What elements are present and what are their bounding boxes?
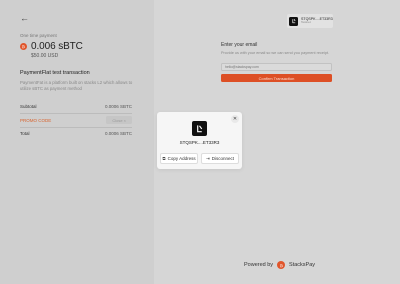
- subtotal-value: 0.0006 SBTC: [104, 104, 132, 109]
- total-value: 0.0006 SBTC: [104, 131, 132, 136]
- payment-type-label: One time payment: [20, 33, 57, 38]
- promo-close-button[interactable]: Close ×: [106, 116, 132, 124]
- usd-amount: $50.00 USD: [31, 53, 59, 59]
- wallet-modal: ✕ STQSPK....ET33R3 ⧉ Copy Address ⇥ Disc…: [157, 112, 242, 169]
- close-icon[interactable]: ✕: [231, 115, 239, 123]
- wallet-logo-icon: [289, 16, 298, 26]
- email-section-title: Enter your email: [221, 42, 258, 48]
- back-arrow-icon[interactable]: ←: [20, 13, 32, 23]
- total-row: Total 0.0006 SBTC: [20, 131, 132, 136]
- email-input[interactable]: [221, 63, 332, 71]
- disconnect-button[interactable]: ⇥ Disconnect: [201, 153, 239, 164]
- confirm-transaction-button[interactable]: Confirm Transaction: [221, 74, 332, 82]
- transaction-title: PaymentFlat test transaction: [20, 70, 90, 76]
- brand-name: StacksPay: [289, 262, 316, 268]
- copy-icon: ⧉: [162, 156, 166, 161]
- wallet-account-button[interactable]: STQSPK....ET33R3 Testnet: [287, 14, 333, 28]
- divider: [20, 127, 132, 128]
- svg-text:₿: ₿: [280, 263, 283, 268]
- promo-code-row: PROMO CODE Close ×: [20, 116, 132, 124]
- amount-row: ₿ 0.006 sBTC: [20, 41, 83, 52]
- powered-by-label: Powered by: [244, 262, 274, 268]
- disconnect-label: Disconnect: [211, 156, 235, 161]
- subtotal-label: Subtotal: [20, 104, 37, 109]
- wallet-logo-icon: [192, 121, 207, 136]
- subtotal-row: Subtotal 0.0006 SBTC: [20, 104, 132, 109]
- modal-wallet-address: STQSPK....ET33R3: [179, 140, 220, 145]
- stackspay-logo-icon: ₿: [277, 261, 286, 269]
- svg-text:₿: ₿: [22, 44, 25, 49]
- promo-code-label[interactable]: PROMO CODE: [20, 118, 51, 123]
- divider: [20, 113, 132, 114]
- checkout-summary-panel: ← One time payment ₿ 0.006 sBTC $50.00 U…: [0, 0, 154, 284]
- powered-by-footer: Powered by ₿ StacksPay: [244, 261, 315, 269]
- total-label: Total: [20, 131, 30, 136]
- transaction-description: PaymentFat is a platform built on stacks…: [20, 80, 133, 91]
- bitcoin-icon: ₿: [20, 43, 27, 50]
- payment-amount: 0.006 sBTC: [31, 41, 83, 52]
- wallet-network: Testnet: [301, 20, 311, 25]
- logout-icon: ⇥: [205, 155, 210, 161]
- email-section-description: Provide us with your email so we can sen…: [221, 51, 330, 55]
- copy-address-button[interactable]: ⧉ Copy Address: [160, 153, 198, 164]
- copy-address-label: Copy Address: [167, 156, 196, 161]
